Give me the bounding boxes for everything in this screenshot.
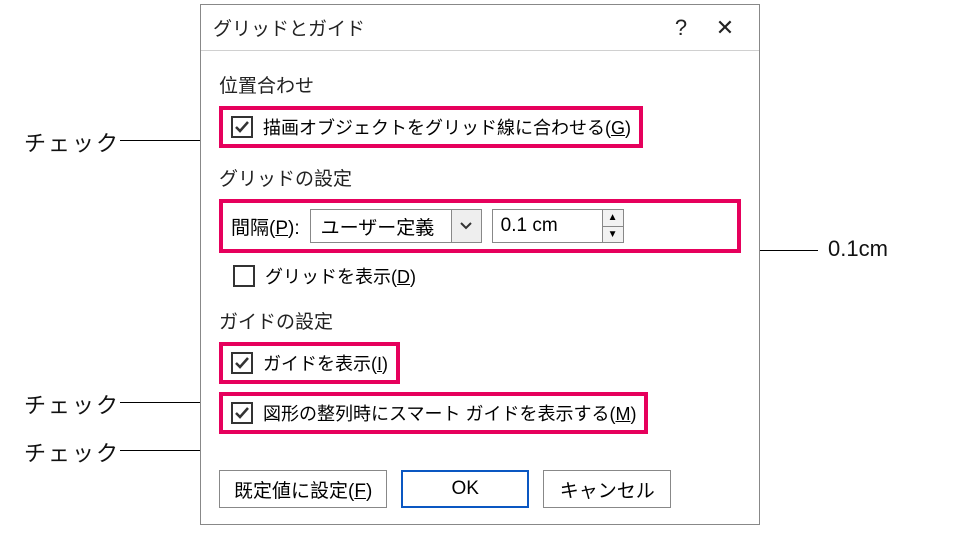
checkbox-snap-label: 描画オブジェクトをグリッド線に合わせる(G) <box>263 114 631 140</box>
show-guides-post: ) <box>382 354 388 374</box>
highlight-snap-to-grid: 描画オブジェクトをグリッド線に合わせる(G) <box>219 106 643 148</box>
snap-label-pre: 描画オブジェクトをグリッド線に合わせる( <box>263 118 611 138</box>
cancel-button[interactable]: キャンセル <box>543 470 671 508</box>
defaults-pre: 既定値に設定( <box>234 481 354 502</box>
chevron-down-icon[interactable] <box>451 210 481 242</box>
spacing-combo[interactable]: ユーザー定義 <box>310 209 482 243</box>
annotation-check-3: チェック <box>24 436 120 468</box>
smart-key: M <box>615 404 630 424</box>
check-icon <box>234 355 250 371</box>
dialog-title: グリッドとガイド <box>213 14 659 41</box>
checkbox-smart-guides-label: 図形の整列時にスマート ガイドを表示する(M) <box>263 400 636 426</box>
defaults-button[interactable]: 既定値に設定(F) <box>219 470 387 508</box>
checkbox-snap-to-grid[interactable] <box>231 116 253 138</box>
ok-button[interactable]: OK <box>401 470 529 508</box>
dialog-footer: 既定値に設定(F) OK キャンセル <box>201 462 759 524</box>
section-guides: ガイドの設定 <box>219 307 741 334</box>
annotation-line-2 <box>120 402 210 403</box>
annotation-line-3 <box>120 450 210 451</box>
defaults-post: ) <box>366 481 372 502</box>
check-icon <box>234 119 250 135</box>
check-icon <box>234 405 250 421</box>
highlight-smart-guides: 図形の整列時にスマート ガイドを表示する(M) <box>219 392 648 434</box>
spinner-up-button[interactable]: ▲ <box>602 209 624 226</box>
spacing-combo-value: ユーザー定義 <box>311 210 451 242</box>
show-grid-pre: グリッドを表示( <box>265 267 397 287</box>
snap-label-key: G <box>611 118 625 138</box>
show-grid-key: D <box>397 267 410 287</box>
section-grid: グリッドの設定 <box>219 164 741 191</box>
spacing-label: 間隔(P): <box>231 213 300 240</box>
checkbox-show-grid-label: グリッドを表示(D) <box>265 263 416 289</box>
close-button[interactable]: ✕ <box>703 15 747 41</box>
highlight-show-guides: ガイドを表示(I) <box>219 342 400 384</box>
checkbox-show-grid[interactable] <box>233 265 255 287</box>
dialog-grid-and-guides: グリッドとガイド ? ✕ 位置合わせ 描画オブジェクトをグリッド線に合わせる(G… <box>200 4 760 525</box>
section-alignment: 位置合わせ <box>219 71 741 98</box>
show-guides-pre: ガイドを表示( <box>263 354 377 374</box>
snap-label-post: ) <box>625 118 631 138</box>
spinner-down-button[interactable]: ▼ <box>602 226 624 244</box>
spacing-spinner[interactable]: ▲ ▼ <box>492 209 624 243</box>
smart-post: ) <box>630 404 636 424</box>
spacing-label-post: ): <box>288 218 300 239</box>
checkbox-smart-guides[interactable] <box>231 402 253 424</box>
spacing-label-pre: 間隔( <box>231 218 275 239</box>
spacing-input[interactable] <box>492 209 602 243</box>
annotation-line-1 <box>120 140 210 141</box>
annotation-value: 0.1cm <box>828 236 888 262</box>
checkbox-show-guides-label: ガイドを表示(I) <box>263 350 388 376</box>
show-grid-post: ) <box>410 267 416 287</box>
checkbox-show-guides[interactable] <box>231 352 253 374</box>
titlebar: グリッドとガイド ? ✕ <box>201 5 759 51</box>
spacing-label-key: P <box>275 218 288 239</box>
annotation-check-2: チェック <box>24 388 120 420</box>
highlight-grid-spacing: 間隔(P): ユーザー定義 ▲ ▼ <box>219 199 741 253</box>
defaults-key: F <box>354 481 366 502</box>
smart-pre: 図形の整列時にスマート ガイドを表示する( <box>263 404 615 424</box>
annotation-check-1: チェック <box>24 126 120 158</box>
help-button[interactable]: ? <box>659 15 703 41</box>
